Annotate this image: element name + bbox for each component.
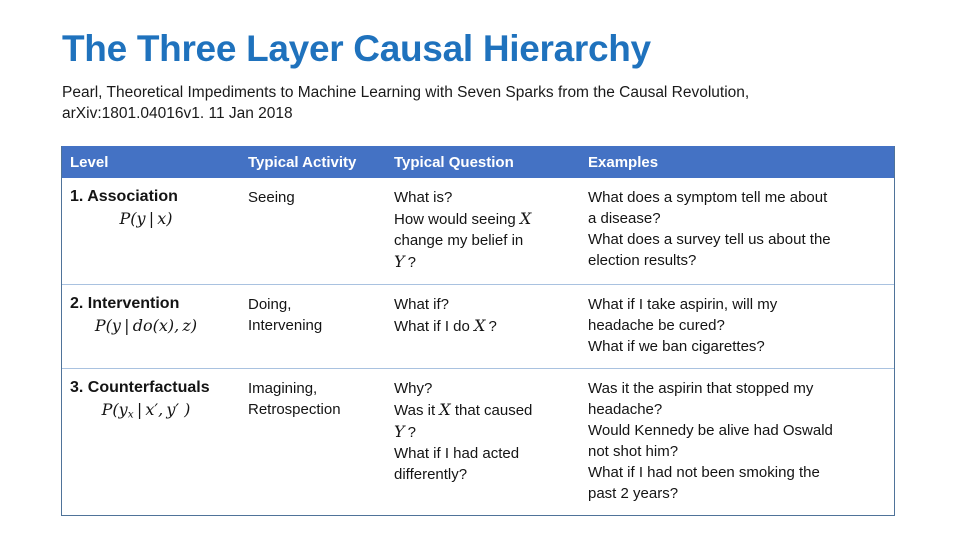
question-line: Was it X that caused xyxy=(394,400,533,419)
level-name: 1. Association xyxy=(70,188,178,205)
table-row: 2. Intervention P(y | do(x), z) Doing, I… xyxy=(62,284,894,368)
question-line: What if I do X ? xyxy=(394,316,497,335)
table-header-row: Level Typical Activity Typical Question … xyxy=(62,146,894,178)
activity-text: Imagining, Retrospection xyxy=(248,380,341,418)
activity-text: Seeing xyxy=(248,189,295,206)
slide: The Three Layer Causal Hierarchy Pearl, … xyxy=(0,0,960,540)
example-line: headache be cured? xyxy=(588,317,725,334)
level-name: 2. Intervention xyxy=(70,295,180,312)
level-formula: P(yx | x′, y′ ) xyxy=(101,400,191,421)
cell-typical-question: What is? How would seeing X change my be… xyxy=(394,178,588,284)
example-line: What does a symptom tell me about xyxy=(588,189,828,206)
cell-level: 3. Counterfactuals P(yx | x′, y′ ) xyxy=(62,369,248,515)
math-variable-y: Y xyxy=(394,422,405,441)
example-line: What if I had not been smoking the xyxy=(588,464,820,481)
math-variable-x: X xyxy=(474,316,486,335)
cell-examples: Was it the aspirin that stopped my heada… xyxy=(588,369,893,515)
column-header-typical-question: Typical Question xyxy=(394,153,514,171)
example-line: election results? xyxy=(588,252,697,269)
question-line: Why? xyxy=(394,380,433,397)
question-line: Y ? xyxy=(394,252,416,271)
question-line: What if? xyxy=(394,296,450,313)
citation-subtitle: Pearl, Theoretical Impediments to Machin… xyxy=(62,84,750,122)
column-header-level: Level xyxy=(70,153,109,171)
example-line: Was it the aspirin that stopped my xyxy=(588,380,814,397)
example-line: What if I take aspirin, will my xyxy=(588,296,778,313)
question-line: How would seeing X xyxy=(394,209,532,228)
question-line: change my belief in xyxy=(394,232,524,249)
level-formula: P(y | x) xyxy=(119,209,173,228)
example-line: headache? xyxy=(588,401,663,418)
cell-level: 2. Intervention P(y | do(x), z) xyxy=(62,285,248,368)
level-name: 3. Counterfactuals xyxy=(70,379,210,396)
example-line: a disease? xyxy=(588,210,661,227)
cell-typical-question: What if? What if I do X ? xyxy=(394,285,588,368)
table-row: 3. Counterfactuals P(yx | x′, y′ ) Imagi… xyxy=(62,368,894,515)
cell-examples: What if I take aspirin, will my headache… xyxy=(588,285,893,368)
question-line: differently? xyxy=(394,466,468,483)
cell-level: 1. Association P(y | x) xyxy=(62,178,248,284)
example-line: past 2 years? xyxy=(588,485,679,502)
math-variable-y: Y xyxy=(394,252,405,271)
column-header-examples: Examples xyxy=(588,153,659,171)
activity-text: Doing, Intervening xyxy=(248,296,323,334)
table-row: 1. Association P(y | x) Seeing What is? … xyxy=(62,178,894,284)
question-line: Y ? xyxy=(394,422,416,441)
math-variable-x: X xyxy=(519,209,532,228)
example-line: not shot him? xyxy=(588,443,679,460)
cell-examples: What does a symptom tell me about a dise… xyxy=(588,178,893,284)
level-formula: P(y | do(x), z) xyxy=(94,316,198,335)
page-title: The Three Layer Causal Hierarchy xyxy=(62,28,651,69)
example-line: What does a survey tell us about the xyxy=(588,231,831,248)
cell-typical-activity: Imagining, Retrospection xyxy=(248,369,394,515)
cell-typical-question: Why? Was it X that caused Y ? What if I … xyxy=(394,369,588,515)
table-body: 1. Association P(y | x) Seeing What is? … xyxy=(62,178,894,515)
causal-hierarchy-table: Level Typical Activity Typical Question … xyxy=(61,146,895,516)
math-variable-x: X xyxy=(439,400,451,419)
example-line: What if we ban cigarettes? xyxy=(588,338,765,355)
question-line: What is? xyxy=(394,189,453,206)
question-line: What if I had acted xyxy=(394,445,520,462)
cell-typical-activity: Seeing xyxy=(248,178,394,284)
column-header-typical-activity: Typical Activity xyxy=(248,153,357,171)
example-line: Would Kennedy be alive had Oswald xyxy=(588,422,833,439)
cell-typical-activity: Doing, Intervening xyxy=(248,285,394,368)
